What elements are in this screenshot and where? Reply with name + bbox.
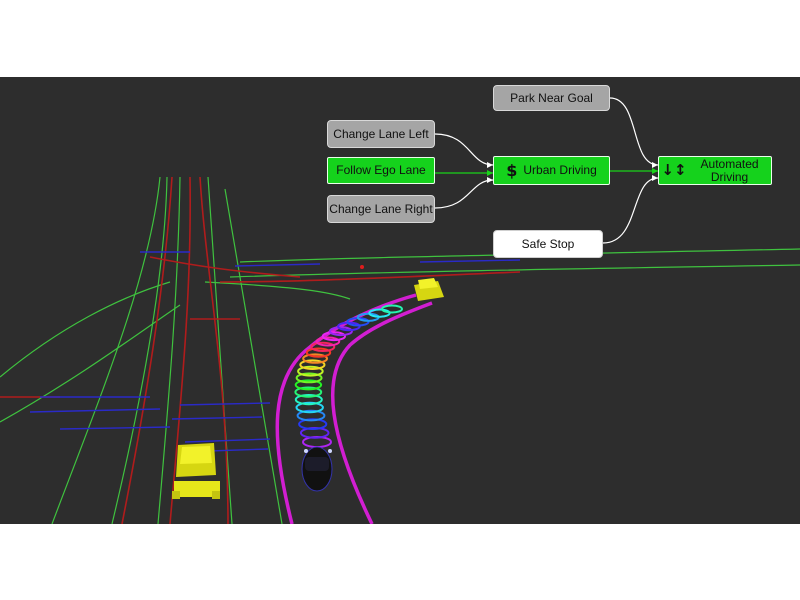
- sort-arrows-icon: ↓↕: [661, 161, 687, 179]
- change-lane-right-node[interactable]: Change Lane Right: [327, 195, 435, 223]
- change-lane-left-label: Change Lane Left: [333, 126, 429, 141]
- change-lane-right-label: Change Lane Right: [329, 201, 433, 216]
- park-near-goal-node[interactable]: Park Near Goal: [493, 85, 610, 111]
- urban-driving-label: Urban Driving: [523, 163, 597, 177]
- automated-driving-label: Automated Driving: [700, 156, 759, 184]
- automated-driving-node[interactable]: ↓↕ Automated Driving: [658, 156, 772, 185]
- follow-ego-lane-label: Follow Ego Lane: [336, 163, 426, 177]
- park-near-goal-label: Park Near Goal: [510, 90, 593, 105]
- dollar-sign-icon: $: [506, 161, 518, 180]
- safe-stop-label: Safe Stop: [521, 236, 575, 251]
- follow-ego-lane-node[interactable]: Follow Ego Lane: [327, 157, 435, 184]
- change-lane-left-node[interactable]: Change Lane Left: [327, 120, 435, 148]
- safe-stop-node[interactable]: Safe Stop: [493, 230, 603, 258]
- urban-driving-node[interactable]: $ Urban Driving: [493, 156, 610, 185]
